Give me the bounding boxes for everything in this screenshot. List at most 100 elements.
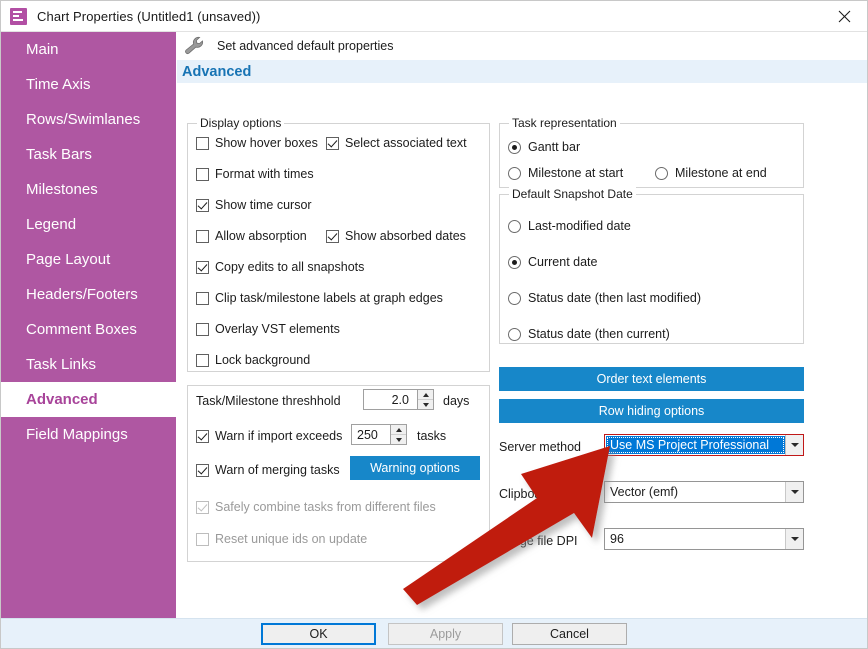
sidebar-item-label: Task Bars — [26, 146, 92, 163]
radio-dot — [508, 140, 521, 154]
button-label: Row hiding options — [598, 404, 705, 418]
radio-dot — [508, 219, 521, 233]
checkbox-box — [196, 136, 209, 150]
ok-button[interactable]: OK — [261, 623, 376, 645]
radio-dot — [508, 255, 521, 269]
checkbox-box — [196, 500, 209, 514]
apply-button[interactable]: Apply — [388, 623, 503, 645]
radio-label: Gantt bar — [528, 140, 581, 154]
radio-label: Milestone at start — [528, 166, 624, 180]
checkbox-overlay-vst-elements[interactable]: Overlay VST elements — [196, 322, 340, 336]
checkbox-lock-background[interactable]: Lock background — [196, 353, 310, 367]
checkbox-box — [326, 136, 339, 150]
checkbox-box — [196, 429, 209, 443]
sidebar-item-label: Comment Boxes — [26, 321, 137, 338]
radio-gantt-bar[interactable]: Gantt bar — [508, 140, 580, 154]
radio-dot — [508, 327, 521, 341]
checkbox-warn-of-merging-tasks[interactable]: Warn of merging tasks — [196, 463, 340, 477]
checkbox-box — [196, 532, 209, 546]
sidebar-item-main[interactable]: Main — [1, 32, 176, 67]
sidebar-item-page-layout[interactable]: Page Layout — [1, 242, 176, 277]
checkbox-label: Allow absorption — [215, 229, 307, 243]
checkbox-box — [326, 229, 339, 243]
chevron-down-icon[interactable] — [785, 529, 803, 549]
radio-dot — [655, 166, 668, 180]
checkbox-show-time-cursor[interactable]: Show time cursor — [196, 198, 312, 212]
checkbox-box — [196, 260, 209, 274]
title-bar: Chart Properties (Untitled1 (unsaved)) — [1, 1, 867, 32]
sidebar-item-comment-boxes[interactable]: Comment Boxes — [1, 312, 176, 347]
checkbox-show-hover-boxes[interactable]: Show hover boxes — [196, 136, 318, 150]
stepper-up-icon[interactable] — [418, 390, 433, 400]
radio-last-modified-date[interactable]: Last-modified date — [508, 219, 631, 233]
sidebar-item-label: Task Links — [26, 356, 97, 373]
checkbox-box — [196, 167, 209, 181]
threshold-stepper[interactable]: 2.0 — [363, 389, 434, 410]
chevron-down-icon[interactable] — [785, 435, 803, 455]
radio-status-date-then-current[interactable]: Status date (then current) — [508, 327, 670, 341]
checkbox-box — [196, 291, 209, 305]
checkbox-allow-absorption[interactable]: Allow absorption — [196, 229, 307, 243]
sidebar-item-headers-footers[interactable]: Headers/Footers — [1, 277, 176, 312]
sidebar-item-label: Headers/Footers — [26, 286, 138, 303]
radio-status-date-then-last-modified[interactable]: Status date (then last modified) — [508, 291, 701, 305]
warning-options-button[interactable]: Warning options — [350, 456, 480, 480]
window-title: Chart Properties (Untitled1 (unsaved)) — [37, 8, 261, 24]
stepper-up-icon[interactable] — [391, 425, 406, 435]
wrench-icon — [181, 34, 209, 58]
sidebar-item-field-mappings[interactable]: Field Mappings — [1, 417, 176, 452]
image-dpi-combobox[interactable]: 96 — [604, 528, 804, 550]
stepper-arrows[interactable] — [417, 390, 433, 409]
cancel-button[interactable]: Cancel — [512, 623, 627, 645]
sidebar-item-task-links[interactable]: Task Links — [1, 347, 176, 382]
sidebar-item-label: Rows/Swimlanes — [26, 111, 141, 128]
checkbox-label: Overlay VST elements — [215, 322, 340, 336]
stepper-arrows[interactable] — [390, 425, 406, 444]
radio-milestone-at-start[interactable]: Milestone at start — [508, 166, 623, 180]
close-icon[interactable] — [821, 1, 867, 31]
sidebar-item-label: Main — [26, 41, 59, 58]
checkbox-label: Format with times — [215, 167, 314, 181]
radio-dot — [508, 291, 521, 305]
checkbox-box — [196, 198, 209, 212]
sidebar-item-milestones[interactable]: Milestones — [1, 172, 176, 207]
radio-label: Last-modified date — [528, 219, 631, 233]
row-hiding-options-button[interactable]: Row hiding options — [499, 399, 804, 423]
sidebar-item-legend[interactable]: Legend — [1, 207, 176, 242]
radio-milestone-at-end[interactable]: Milestone at end — [655, 166, 767, 180]
checkbox-box — [196, 322, 209, 336]
hint-text: Set advanced default properties — [217, 39, 394, 53]
checkbox-label: Select associated text — [345, 136, 467, 150]
sidebar-item-advanced[interactable]: Advanced — [1, 382, 176, 417]
image-dpi-value: 96 — [610, 532, 624, 546]
sidebar-item-time-axis[interactable]: Time Axis — [1, 67, 176, 102]
checkbox-warn-if-import-exceeds[interactable]: Warn if import exceeds — [196, 429, 342, 443]
sidebar-item-label: Milestones — [26, 181, 98, 198]
stepper-down-icon[interactable] — [418, 400, 433, 409]
chevron-down-icon[interactable] — [785, 482, 803, 502]
clipboard-format-combobox[interactable]: Vector (emf) — [604, 481, 804, 503]
checkbox-box — [196, 229, 209, 243]
checkbox-format-with-times[interactable]: Format with times — [196, 167, 314, 181]
radio-current-date[interactable]: Current date — [508, 255, 597, 269]
checkbox-clip-labels-at-graph-edges[interactable]: Clip task/milestone labels at graph edge… — [196, 291, 443, 305]
sidebar-item-rows-swimlanes[interactable]: Rows/Swimlanes — [1, 102, 176, 137]
sidebar-item-task-bars[interactable]: Task Bars — [1, 137, 176, 172]
order-text-elements-button[interactable]: Order text elements — [499, 367, 804, 391]
warn-import-stepper[interactable]: 250 — [351, 424, 407, 445]
task-representation-legend: Task representation — [509, 116, 620, 130]
server-method-combobox[interactable]: Use MS Project Professional — [604, 434, 804, 456]
stepper-down-icon[interactable] — [391, 435, 406, 444]
radio-label: Current date — [528, 255, 598, 269]
checkbox-safely-combine-tasks: Safely combine tasks from different file… — [196, 500, 436, 514]
hint-row: Set advanced default properties — [177, 32, 867, 60]
sidebar-item-label: Page Layout — [26, 251, 111, 268]
sidebar-item-label: Field Mappings — [26, 426, 128, 443]
threshold-value: 2.0 — [391, 392, 409, 407]
checkbox-show-absorbed-dates[interactable]: Show absorbed dates — [326, 229, 466, 243]
radio-label: Milestone at end — [675, 166, 767, 180]
checkbox-label: Show time cursor — [215, 198, 312, 212]
dialog-footer: OK Apply Cancel — [1, 618, 867, 648]
checkbox-copy-edits-to-all-snapshots[interactable]: Copy edits to all snapshots — [196, 260, 364, 274]
checkbox-select-associated-text[interactable]: Select associated text — [326, 136, 467, 150]
